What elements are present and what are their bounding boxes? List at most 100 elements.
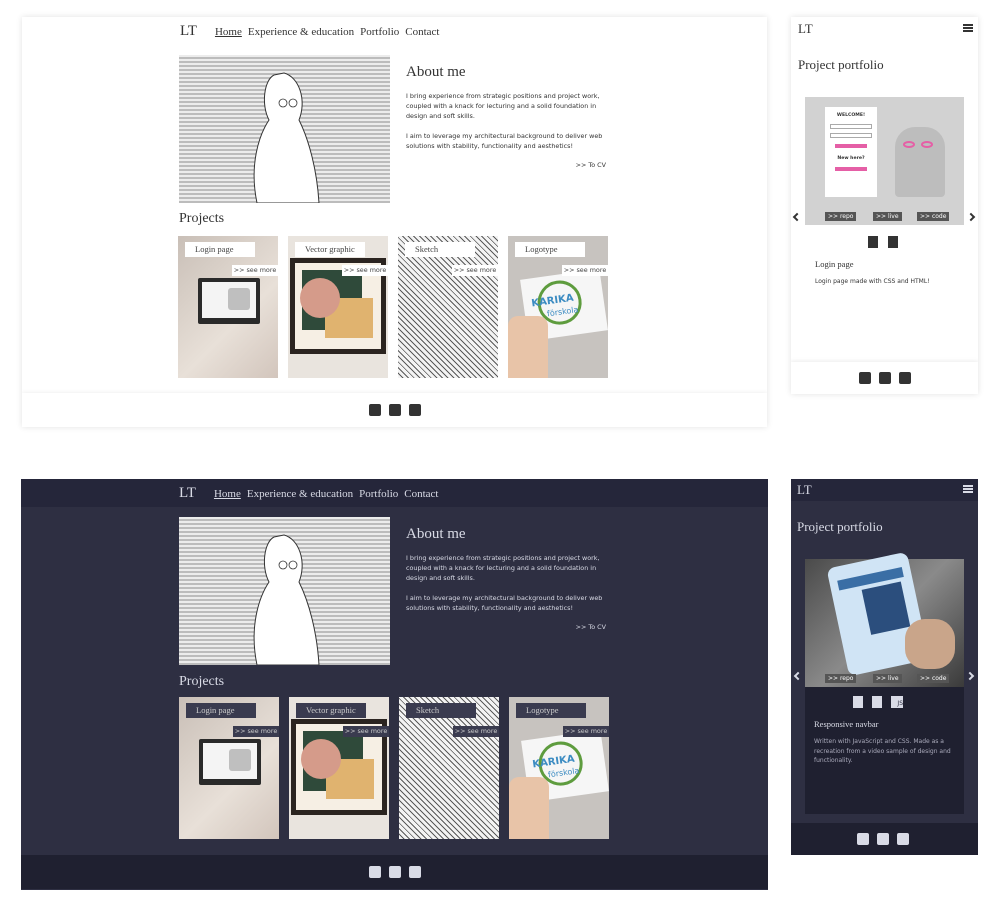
hand-image: [508, 316, 548, 378]
mail-icon[interactable]: [388, 866, 401, 878]
carousel-prev-icon[interactable]: [792, 212, 802, 222]
github-icon[interactable]: [899, 372, 911, 384]
nav-contact[interactable]: Contact: [404, 488, 438, 500]
carousel-image: WELCOME! New here? >> repo >> live >> co…: [805, 97, 964, 225]
about-title: About me: [406, 526, 466, 542]
portrait-image: [179, 55, 390, 203]
github-icon[interactable]: [408, 866, 421, 878]
project-card-sketch[interactable]: Sketch >> see more: [399, 697, 499, 839]
logo[interactable]: LT: [179, 485, 196, 502]
carousel-image: >> repo >> live >> code: [805, 551, 964, 687]
about-section: About me I bring experience from strateg…: [406, 526, 606, 631]
nav-experience[interactable]: Experience & education: [248, 26, 354, 38]
laptop-image: [199, 739, 261, 785]
mobile-logo[interactable]: LT: [797, 482, 812, 498]
nav-portfolio[interactable]: Portfolio: [359, 488, 398, 500]
project-card-login[interactable]: Login page >> see more: [178, 236, 278, 378]
project-desc: Login page made with CSS and HTML!: [815, 278, 930, 285]
mobile-dark: LT Project portfolio >> repo >> live >> …: [791, 479, 978, 855]
about-text-1: I bring experience from strategic positi…: [406, 92, 600, 120]
mobile-logo[interactable]: LT: [798, 21, 813, 37]
see-more-link[interactable]: >> see more: [562, 265, 608, 276]
project-card-vector[interactable]: Vector graphic >> see more: [289, 697, 389, 839]
html5-icon: [868, 236, 878, 248]
pug-image: [895, 127, 945, 197]
github-icon[interactable]: [408, 404, 421, 416]
navbar: LT Home Experience & education Portfolio…: [22, 17, 767, 45]
github-icon[interactable]: [897, 833, 909, 845]
to-cv-link[interactable]: >> To CV: [406, 161, 606, 169]
project-card-logotype[interactable]: KARIKA förskola Logotype >> see more: [509, 697, 609, 839]
nav-experience[interactable]: Experience & education: [247, 488, 353, 500]
see-more-link[interactable]: >> see more: [343, 726, 389, 737]
nav-home[interactable]: Home: [215, 26, 242, 38]
desktop-light: LT Home Experience & education Portfolio…: [22, 17, 767, 427]
mock-welcome: WELCOME!: [836, 113, 866, 118]
projects-title: Projects: [179, 211, 225, 226]
carousel-next-icon[interactable]: [966, 212, 976, 222]
card-label: Vector graphic: [296, 703, 366, 718]
carousel-card: >> repo >> live >> code JS Responsive na…: [805, 551, 964, 814]
card-label: Login page: [185, 242, 255, 257]
nav-portfolio[interactable]: Portfolio: [360, 26, 399, 38]
navbar: LT Home Experience & education Portfolio…: [21, 479, 768, 507]
project-name: Responsive navbar: [814, 719, 879, 729]
project-card-vector[interactable]: Vector graphic >> see more: [288, 236, 388, 378]
card-label: Logotype: [516, 703, 586, 718]
mail-icon[interactable]: [879, 372, 891, 384]
about-text-2: I aim to leverage my architectural backg…: [406, 132, 603, 150]
live-button[interactable]: >> live: [873, 674, 902, 683]
project-card-login[interactable]: Login page >> see more: [179, 697, 279, 839]
see-more-link[interactable]: >> see more: [233, 726, 279, 737]
projects-title: Projects: [179, 674, 225, 689]
project-card-logotype[interactable]: KARIKA förskola Logotype >> see more: [508, 236, 608, 378]
linkedin-icon[interactable]: [857, 833, 869, 845]
footer: [21, 855, 768, 889]
nav-contact[interactable]: Contact: [405, 26, 439, 38]
mobile-light: LT Project portfolio WELCOME! New here? …: [791, 17, 978, 394]
mock-new-here: New here?: [837, 156, 865, 161]
project-card-sketch[interactable]: Sketch >> see more: [398, 236, 498, 378]
mobile-page-title: Project portfolio: [798, 57, 884, 72]
repo-button[interactable]: >> repo: [825, 674, 857, 683]
login-mock: WELCOME! New here?: [825, 107, 877, 197]
see-more-link[interactable]: >> see more: [453, 726, 499, 737]
to-cv-link[interactable]: >> To CV: [406, 623, 606, 631]
card-label: Sketch: [405, 242, 475, 257]
mail-icon[interactable]: [877, 833, 889, 845]
see-more-link[interactable]: >> see more: [342, 265, 388, 276]
hamburger-icon[interactable]: [963, 485, 973, 493]
project-name: Login page: [815, 259, 854, 269]
about-title: About me: [406, 64, 466, 80]
see-more-link[interactable]: >> see more: [232, 265, 278, 276]
code-button[interactable]: >> code: [917, 674, 950, 683]
hand-image: [905, 619, 955, 669]
about-text-2: I aim to leverage my architectural backg…: [406, 594, 603, 612]
code-button[interactable]: >> code: [917, 212, 950, 221]
see-more-link[interactable]: >> see more: [452, 265, 498, 276]
footer: [22, 393, 767, 427]
linkedin-icon[interactable]: [368, 866, 381, 878]
see-more-link[interactable]: >> see more: [563, 726, 609, 737]
repo-button[interactable]: >> repo: [825, 212, 857, 221]
carousel-prev-icon[interactable]: [793, 671, 803, 681]
carousel-next-icon[interactable]: [965, 671, 975, 681]
card-label: Login page: [186, 703, 256, 718]
card-label: Logotype: [515, 242, 585, 257]
mobile-footer: [791, 362, 978, 394]
about-section: About me I bring experience from strateg…: [406, 64, 606, 169]
logo[interactable]: LT: [180, 23, 197, 40]
hand-image: [509, 777, 549, 839]
desktop-dark: LT Home Experience & education Portfolio…: [21, 479, 768, 890]
nav-home[interactable]: Home: [214, 488, 241, 500]
linkedin-icon[interactable]: [368, 404, 381, 416]
mail-icon[interactable]: [388, 404, 401, 416]
mobile-page-title: Project portfolio: [797, 519, 883, 534]
project-desc: Written with JavaScript and CSS. Made as…: [814, 738, 951, 764]
hamburger-icon[interactable]: [963, 24, 973, 32]
about-text-1: I bring experience from strategic positi…: [406, 554, 600, 582]
card-label: Sketch: [406, 703, 476, 718]
linkedin-icon[interactable]: [859, 372, 871, 384]
card-label: Vector graphic: [295, 242, 365, 257]
live-button[interactable]: >> live: [873, 212, 902, 221]
